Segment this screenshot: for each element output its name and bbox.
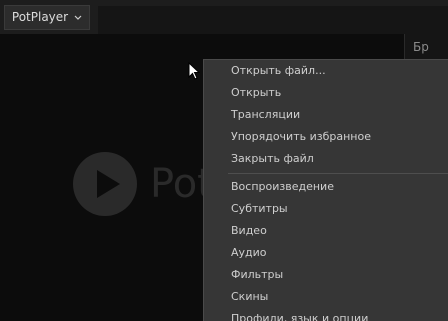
- title-bar: PotPlayer: [0, 0, 448, 34]
- menu-item-open-file[interactable]: Открыть файл...: [231, 60, 326, 82]
- menu-item-filters[interactable]: Фильтры: [231, 264, 283, 286]
- menu-item-organize-favorites[interactable]: Упорядочить избранное: [231, 126, 371, 148]
- menu-item-playback[interactable]: Воспроизведение: [231, 176, 334, 198]
- menu-item-broadcasts[interactable]: Трансляции: [231, 104, 300, 126]
- menu-separator: [228, 173, 448, 174]
- menu-item-video[interactable]: Видео: [231, 220, 267, 242]
- chevron-down-icon: [74, 15, 82, 20]
- menu-item-audio[interactable]: Аудио: [231, 242, 267, 264]
- title-bar-drag-area[interactable]: [98, 6, 448, 34]
- menu-item-open[interactable]: Открыть: [231, 82, 281, 104]
- mouse-cursor-icon: [188, 62, 200, 80]
- menu-item-profiles-language-options[interactable]: Профили, язык и опции: [231, 308, 368, 321]
- app-menu-button[interactable]: PotPlayer: [4, 5, 90, 30]
- playlist-tab[interactable]: Бр: [413, 40, 429, 54]
- play-logo-icon: [73, 152, 137, 216]
- menu-item-subtitles[interactable]: Субтитры: [231, 198, 288, 220]
- app-menu-label: PotPlayer: [11, 10, 69, 24]
- menu-item-close-file[interactable]: Закрыть файл: [231, 148, 314, 170]
- menu-item-skins[interactable]: Скины: [231, 286, 268, 308]
- context-menu: Открыть файл... Открыть Трансляции Упоря…: [203, 59, 448, 321]
